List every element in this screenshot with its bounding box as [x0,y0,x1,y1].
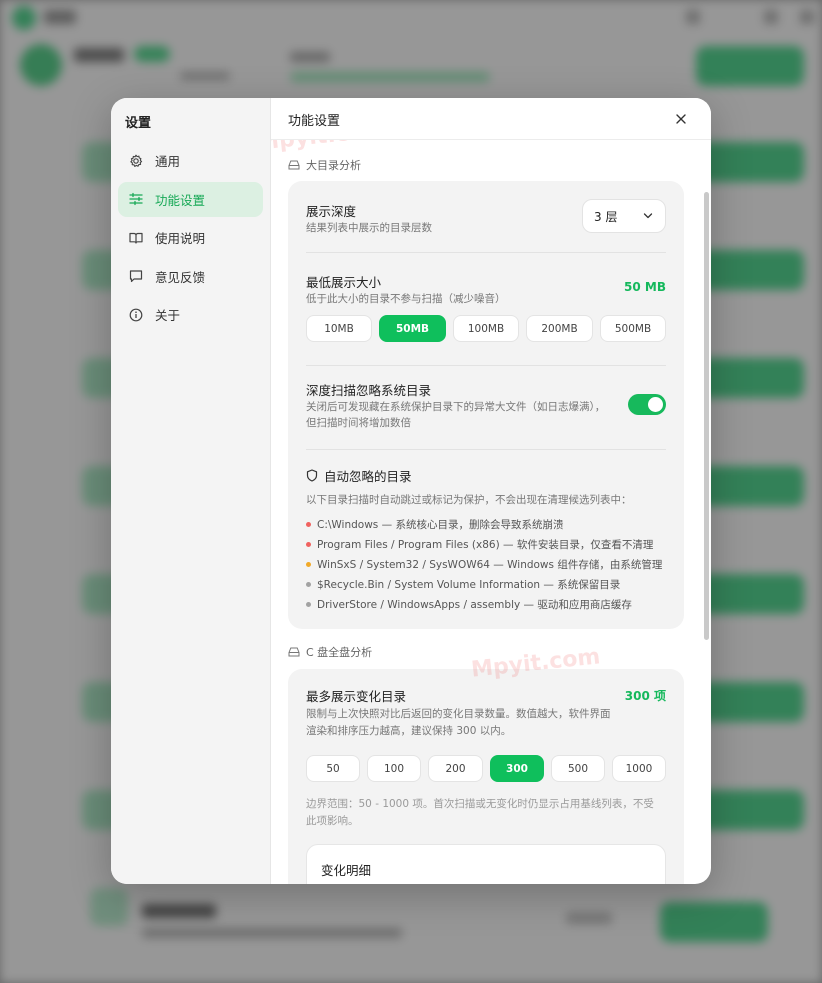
close-icon [676,114,686,124]
sliders-icon [129,192,143,206]
max-changes-option[interactable]: 200 [428,755,483,782]
status-dot-orange [306,561,311,567]
list-item-text: Program Files / Program Files (x86) — 软件… [317,538,654,551]
shield-icon [306,469,318,482]
change-detail-card: 变化明细 [306,844,666,884]
sidebar-item-feedback[interactable]: 意见反馈 [118,259,263,294]
max-changes-desc-line1: 限制与上次快照对比后返回的变化目录数量。数值越大，软件界面 [306,708,611,720]
divider [306,449,666,450]
list-item-text: C:\Windows — 系统核心目录，删除会导致系统崩溃 [317,518,564,531]
deep-scan-toggle[interactable] [628,394,666,415]
sidebar-item-label: 通用 [155,154,181,169]
min-size-option[interactable]: 500MB [600,315,666,342]
min-size-option-selected[interactable]: 50MB [379,315,446,342]
max-changes-note-line1: 边界范围：50 - 1000 项。首次扫描或无变化时仍显示占用基线列表，不受 [306,798,654,810]
gear-icon [129,154,143,168]
deep-scan-desc-line2: 但扫描时间将增加数倍 [306,417,411,429]
auto-ignore-desc: 以下目录扫描时自动跳过或标记为保护，不会出现在清理候选列表中： [306,494,632,506]
min-size-option[interactable]: 100MB [453,315,519,342]
info-icon [129,308,143,322]
section-title-label: 大目录分析 [306,159,361,172]
list-item-text: WinSxS / System32 / SysWOW64 — Windows 组… [317,558,663,571]
watermark: Mpyit.com [271,140,387,156]
book-icon [129,231,143,245]
status-dot-red [306,541,311,547]
list-item: C:\Windows — 系统核心目录，删除会导致系统崩溃 [306,514,662,534]
max-changes-option[interactable]: 50 [306,755,360,782]
status-dot-red [306,521,311,527]
max-changes-value: 300 项 [624,689,666,703]
page-title: 功能设置 [288,114,341,129]
section-title-c-drive: C 盘全盘分析 [288,644,372,660]
sidebar-item-label: 意见反馈 [155,269,206,285]
settings-sidebar: 设置 通用 功能设置 使用说明 意见反馈 关于 [111,98,271,884]
sidebar-title: 设置 [125,116,152,131]
settings-content[interactable]: 大目录分析 展示深度 结果列表中展示的目录层数 3 层 最低展示大小 50 MB… [271,140,711,884]
close-button[interactable] [673,111,689,127]
toggle-knob [648,397,663,412]
change-detail-title: 变化明细 [321,863,372,878]
sidebar-item-general[interactable]: 通用 [118,143,263,178]
drive-icon [288,160,300,170]
section-title-directory: 大目录分析 [288,157,361,173]
depth-select[interactable]: 3 层 [582,199,666,233]
min-size-options: 10MB 50MB 100MB 200MB 500MB [306,315,666,342]
divider [306,252,666,253]
min-size-option[interactable]: 200MB [526,315,593,342]
deep-scan-desc-line1: 关闭后可发现藏在系统保护目录下的异常大文件（如日志爆满）， [306,401,606,413]
auto-ignore-heading: 自动忽略的目录 [306,466,412,485]
sidebar-item-label: 使用说明 [155,231,206,246]
max-changes-option[interactable]: 500 [551,755,605,782]
min-size-option[interactable]: 10MB [306,315,372,342]
min-size-desc: 低于此大小的目录不参与扫描（减少噪音） [306,293,506,305]
sidebar-item-guide[interactable]: 使用说明 [118,220,263,255]
scrollbar[interactable] [704,192,709,640]
list-item: WinSxS / System32 / SysWOW64 — Windows 组… [306,554,662,574]
max-changes-note-line2: 此项影响。 [306,815,359,827]
chat-icon [129,269,143,283]
max-changes-option[interactable]: 100 [367,755,421,782]
list-item-text: DriverStore / WindowsApps / assembly — 驱… [317,598,632,611]
settings-dialog: 设置 通用 功能设置 使用说明 意见反馈 关于 功能设置 大目录分析 展示深度 … [111,98,711,884]
auto-ignore-list: C:\Windows — 系统核心目录，删除会导致系统崩溃 Program Fi… [306,514,662,614]
max-changes-options: 50 100 200 300 500 1000 [306,755,666,782]
list-item-text: $Recycle.Bin / System Volume Information… [317,578,621,591]
chevron-down-icon [643,213,653,219]
status-dot-gray [306,601,311,607]
list-item: Program Files / Program Files (x86) — 软件… [306,534,662,554]
directory-analysis-card: 展示深度 结果列表中展示的目录层数 3 层 最低展示大小 50 MB 低于此大小… [288,181,684,629]
c-drive-analysis-card: 最多展示变化目录 300 项 限制与上次快照对比后返回的变化目录数量。数值越大，… [288,669,684,884]
drive-icon [288,647,300,657]
status-dot-gray [306,581,311,587]
sidebar-item-about[interactable]: 关于 [118,297,263,332]
list-item: $Recycle.Bin / System Volume Information… [306,574,662,594]
min-size-title: 最低展示大小 [306,275,382,290]
auto-ignore-title: 自动忽略的目录 [324,469,412,484]
sidebar-item-label: 功能设置 [155,192,206,208]
settings-main: 功能设置 大目录分析 展示深度 结果列表中展示的目录层数 3 层 最低展示大小 [271,98,711,884]
list-item: DriverStore / WindowsApps / assembly — 驱… [306,594,662,614]
sidebar-nav: 通用 功能设置 使用说明 意见反馈 关于 [118,154,263,336]
max-changes-option[interactable]: 1000 [612,755,666,782]
max-changes-title: 最多展示变化目录 [306,689,407,704]
sidebar-item-features[interactable]: 功能设置 [118,181,263,217]
divider [306,365,666,366]
depth-desc: 结果列表中展示的目录层数 [306,222,432,234]
deep-scan-title: 深度扫描忽略系统目录 [306,383,432,398]
sidebar-item-label: 关于 [155,308,181,323]
max-changes-desc-line2: 渲染和排序压力越高，建议保持 300 以内。 [306,725,512,737]
main-header: 功能设置 [271,98,711,140]
depth-title: 展示深度 [306,204,357,219]
min-size-value: 50 MB [624,280,666,294]
max-changes-option-selected[interactable]: 300 [490,755,544,782]
section-title-label: C 盘全盘分析 [306,646,373,659]
depth-select-value: 3 层 [594,209,618,224]
